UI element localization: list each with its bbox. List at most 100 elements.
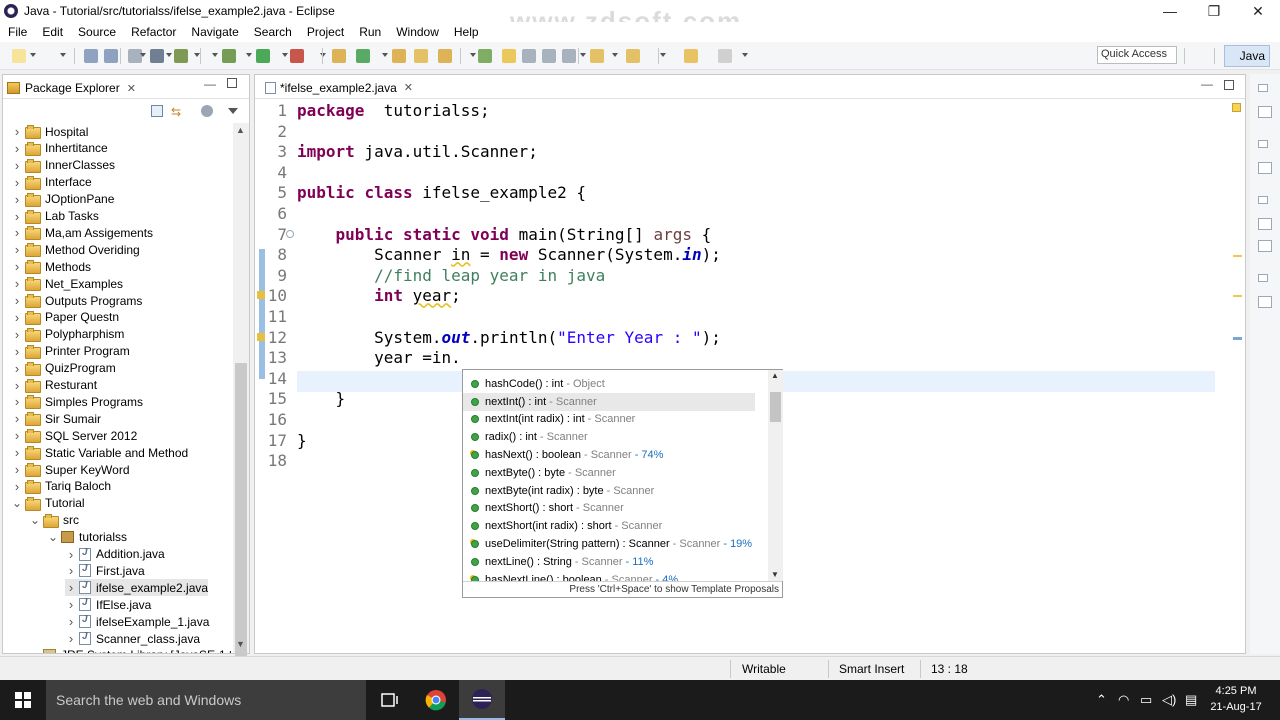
proposal-item[interactable]: hashCode() : int - Object bbox=[463, 375, 768, 393]
next-annotation-icon[interactable] bbox=[478, 49, 492, 63]
chevron-right-icon[interactable]: › bbox=[11, 462, 23, 477]
new-java-project-icon[interactable] bbox=[332, 49, 346, 63]
chevron-right-icon[interactable]: › bbox=[11, 327, 23, 342]
minimize-editor-icon[interactable]: — bbox=[1201, 77, 1213, 91]
chevron-right-icon[interactable]: › bbox=[65, 614, 77, 629]
warning-marker[interactable] bbox=[1233, 295, 1242, 297]
chevron-right-icon[interactable]: › bbox=[11, 209, 23, 224]
chevron-right-icon[interactable]: › bbox=[11, 158, 23, 173]
chevron-right-icon[interactable]: › bbox=[11, 445, 23, 460]
tree-item[interactable]: › Paper Questn bbox=[11, 309, 119, 326]
menu-edit[interactable]: Edit bbox=[34, 25, 70, 39]
mark-occurrences-icon[interactable] bbox=[502, 49, 516, 63]
chevron-right-icon[interactable]: › bbox=[65, 547, 77, 562]
open-task-icon[interactable] bbox=[414, 49, 428, 63]
scroll-thumb[interactable] bbox=[235, 363, 247, 663]
tree-item[interactable]: › Lab Tasks bbox=[11, 208, 99, 225]
restore-icon[interactable] bbox=[1258, 84, 1268, 92]
toggle-comment-icon[interactable] bbox=[174, 49, 188, 63]
save-icon[interactable] bbox=[84, 49, 98, 63]
search-icon[interactable] bbox=[438, 49, 452, 63]
outline-view-icon[interactable] bbox=[1258, 106, 1272, 118]
battery-icon[interactable]: ▭ bbox=[1140, 692, 1152, 708]
chevron-right-icon[interactable]: › bbox=[11, 192, 23, 207]
tree-item[interactable]: › Simples Programs bbox=[11, 393, 143, 410]
warning-icon[interactable] bbox=[257, 291, 265, 300]
console-icon[interactable] bbox=[1258, 296, 1272, 308]
tree-item[interactable]: › Interface bbox=[11, 174, 92, 191]
proposal-item[interactable]: hasNextLine() : boolean - Scanner - 4% bbox=[463, 571, 768, 581]
task-list-icon[interactable] bbox=[1258, 162, 1272, 174]
close-view-icon[interactable]: ✕ bbox=[127, 82, 136, 95]
warning-marker[interactable] bbox=[1233, 255, 1242, 257]
chevron-right-icon[interactable]: › bbox=[11, 225, 23, 240]
tree-item[interactable]: › First.java bbox=[65, 562, 145, 579]
run-external-icon[interactable] bbox=[290, 49, 304, 63]
tree-item[interactable]: › Net_Examples bbox=[11, 275, 123, 292]
tree-item[interactable]: › Methods bbox=[11, 258, 91, 275]
show-hidden-icons[interactable]: ⌃ bbox=[1096, 692, 1107, 708]
chevron-right-icon[interactable]: › bbox=[11, 141, 23, 156]
new-class-icon[interactable] bbox=[356, 49, 370, 63]
forward-icon[interactable] bbox=[718, 49, 732, 63]
action-center-icon[interactable]: ▤ bbox=[1185, 692, 1197, 708]
view-menu-icon[interactable] bbox=[228, 108, 238, 114]
dropdown-arrow-icon[interactable] bbox=[282, 53, 288, 57]
chevron-right-icon[interactable]: › bbox=[11, 276, 23, 291]
chevron-right-icon[interactable]: › bbox=[11, 175, 23, 190]
code-line[interactable]: //find leap year in java bbox=[297, 266, 605, 285]
scroll-up-icon[interactable]: ▲ bbox=[771, 371, 779, 380]
run-icon[interactable] bbox=[256, 49, 270, 63]
chevron-right-icon[interactable]: › bbox=[11, 479, 23, 494]
save-all-icon[interactable] bbox=[104, 49, 118, 63]
quick-access-input[interactable]: Quick Access bbox=[1097, 46, 1177, 64]
chevron-right-icon[interactable]: › bbox=[11, 378, 23, 393]
chevron-right-icon[interactable]: › bbox=[65, 563, 77, 578]
tree-item[interactable]: › QuizProgram bbox=[11, 360, 116, 377]
dropdown-arrow-icon[interactable] bbox=[470, 53, 476, 57]
dropdown-arrow-icon[interactable] bbox=[166, 53, 172, 57]
block-selection-icon[interactable] bbox=[542, 49, 556, 63]
tree-item[interactable]: › IfElse.java bbox=[65, 596, 152, 613]
chevron-right-icon[interactable]: › bbox=[11, 242, 23, 257]
dropdown-arrow-icon[interactable] bbox=[660, 53, 666, 57]
chevron-right-icon[interactable]: › bbox=[11, 259, 23, 274]
minimize-button[interactable]: — bbox=[1148, 0, 1192, 22]
start-button[interactable] bbox=[0, 680, 46, 720]
warning-icon[interactable] bbox=[257, 332, 265, 341]
dropdown-arrow-icon[interactable] bbox=[246, 53, 252, 57]
scroll-down-icon[interactable]: ▼ bbox=[236, 639, 245, 649]
menu-search[interactable]: Search bbox=[246, 25, 299, 39]
tree-item[interactable]: › Outputs Programs bbox=[11, 292, 142, 309]
chevron-right-icon[interactable]: › bbox=[65, 597, 77, 612]
proposal-item[interactable]: radix() : int - Scanner bbox=[463, 428, 768, 446]
menu-project[interactable]: Project bbox=[299, 25, 351, 39]
proposal-scrollbar[interactable]: ▲ ▼ bbox=[768, 370, 783, 581]
proposal-item[interactable]: nextShort() : short - Scanner bbox=[463, 500, 768, 518]
tree-item[interactable]: › JOptionPane bbox=[11, 191, 114, 208]
dropdown-arrow-icon[interactable] bbox=[382, 53, 388, 57]
maximize-view-icon[interactable] bbox=[227, 78, 237, 88]
tree-item[interactable]: › Method Overiding bbox=[11, 241, 140, 258]
dropdown-arrow-icon[interactable] bbox=[60, 53, 66, 57]
occurrence-marker[interactable] bbox=[1233, 337, 1242, 340]
overview-ruler[interactable] bbox=[1230, 99, 1245, 644]
menu-file[interactable]: File bbox=[0, 25, 34, 39]
menu-run[interactable]: Run bbox=[351, 25, 388, 39]
code-line[interactable]: } bbox=[297, 431, 307, 450]
tree-item[interactable]: › Sir Sumair bbox=[11, 410, 101, 427]
task-view-button[interactable] bbox=[367, 680, 413, 720]
scroll-up-icon[interactable]: ▲ bbox=[236, 125, 245, 135]
tree-item[interactable]: › Scanner_class.java bbox=[65, 630, 200, 647]
tree-item[interactable]: › Polypharphism bbox=[11, 326, 124, 343]
chevron-right-icon[interactable]: › bbox=[11, 428, 23, 443]
tree-item[interactable]: › SQL Server 2012 bbox=[11, 427, 137, 444]
show-whitespace-icon[interactable] bbox=[562, 49, 576, 63]
proposal-item[interactable]: hasNext() : boolean - Scanner - 74% bbox=[463, 446, 768, 464]
proposal-item[interactable]: nextInt() : int - Scanner bbox=[463, 392, 755, 411]
debug-icon[interactable] bbox=[222, 49, 236, 63]
chevron-right-icon[interactable]: › bbox=[11, 293, 23, 308]
proposal-item[interactable]: nextInt(int radix) : int - Scanner bbox=[463, 411, 768, 429]
chevron-right-icon[interactable]: › bbox=[11, 361, 23, 376]
terminal-icon[interactable] bbox=[150, 49, 164, 63]
